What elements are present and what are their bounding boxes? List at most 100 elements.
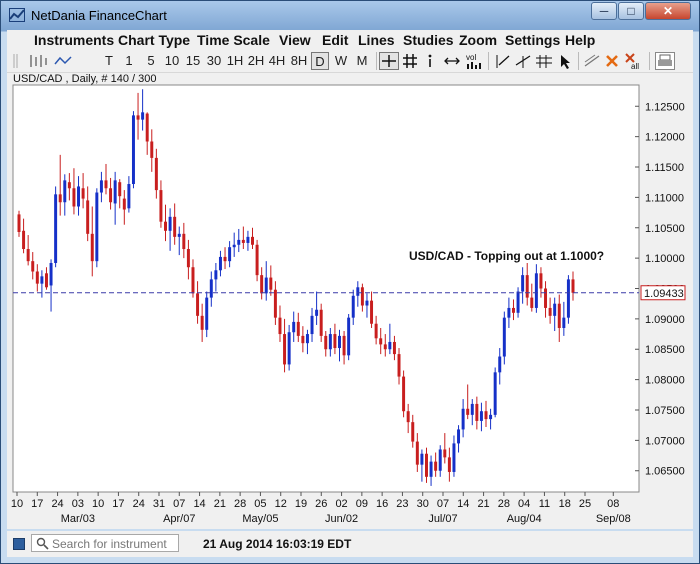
- candle-body: [457, 429, 461, 444]
- x-tick-label: 07: [437, 498, 449, 510]
- candle-body: [95, 192, 99, 262]
- scale-5m[interactable]: 5: [144, 52, 158, 70]
- x-tick-label: 10: [92, 498, 104, 510]
- info-icon[interactable]: [425, 53, 435, 69]
- scale-tick[interactable]: T: [102, 52, 116, 70]
- menu-edit[interactable]: Edit: [322, 32, 348, 48]
- candle-body: [81, 188, 85, 199]
- minimize-button[interactable]: ─: [591, 2, 617, 20]
- candle-body: [136, 115, 140, 120]
- app-logo-icon: [9, 8, 25, 22]
- candle-body: [516, 291, 520, 313]
- menu-studies[interactable]: Studies: [403, 32, 454, 48]
- volume-label: vol: [466, 53, 476, 62]
- select-tool-icon[interactable]: [556, 53, 574, 69]
- y-tick-label: 1.10000: [645, 253, 685, 265]
- fibonacci-tool-icon[interactable]: [534, 53, 554, 69]
- delete-icon[interactable]: [605, 53, 619, 69]
- price-chart[interactable]: 1.12500 1.12000 1.11500 1.11000 1.10500 1.100…: [7, 73, 693, 529]
- x-tick-label: 24: [133, 498, 145, 510]
- pan-icon[interactable]: [443, 53, 461, 69]
- candle-body: [356, 287, 360, 296]
- chart-annotation: USD/CAD - Topping out at 1.1000?: [409, 249, 604, 263]
- print-icon[interactable]: [655, 52, 675, 70]
- candle-body: [351, 295, 355, 318]
- menu-help[interactable]: Help: [565, 32, 595, 48]
- draw-line-icon[interactable]: [583, 53, 601, 69]
- scale-4h[interactable]: 4H: [267, 52, 287, 70]
- close-button[interactable]: ✕: [645, 2, 691, 20]
- candle-body: [26, 249, 30, 262]
- candle-body: [319, 309, 323, 336]
- y-tick-label: 1.08500: [645, 344, 685, 356]
- x-tick-label: 23: [396, 498, 408, 510]
- app-window: NetDania FinanceChart ─ □ ✕ Instruments …: [0, 0, 700, 564]
- candle-body: [347, 317, 351, 356]
- candle-body: [571, 279, 575, 293]
- candle-body: [489, 414, 493, 420]
- ray-tool-icon[interactable]: [514, 53, 532, 69]
- toolbar-separator: [578, 52, 579, 70]
- menu-zoom[interactable]: Zoom: [459, 32, 497, 48]
- toolbar-separator: [488, 52, 489, 70]
- candle-body: [278, 317, 282, 335]
- maximize-button[interactable]: □: [618, 2, 644, 20]
- x-month-label: Mar/03: [61, 513, 95, 525]
- x-tick-label: 14: [193, 498, 205, 510]
- y-tick-label: 1.07000: [645, 435, 685, 447]
- candle-body: [438, 449, 442, 471]
- candle-body: [283, 334, 287, 365]
- menu-lines[interactable]: Lines: [358, 32, 395, 48]
- candle-body: [72, 188, 76, 207]
- status-bar: Search for instrument 21 Aug 2014 16:03:…: [7, 531, 693, 557]
- toolbar-handle-icon: [13, 54, 18, 68]
- candle-body: [177, 233, 181, 237]
- menu-view[interactable]: View: [279, 32, 311, 48]
- scale-monthly[interactable]: M: [353, 52, 371, 70]
- scale-1h[interactable]: 1H: [225, 52, 245, 70]
- y-tick-label: 1.11000: [645, 192, 684, 204]
- scale-weekly[interactable]: W: [332, 52, 350, 70]
- candle-body: [58, 194, 62, 203]
- candle-body: [145, 113, 149, 142]
- menu-settings[interactable]: Settings: [505, 32, 560, 48]
- candle-body: [420, 453, 424, 465]
- scale-30m[interactable]: 30: [204, 52, 224, 70]
- candle-body: [218, 256, 222, 271]
- scale-10m[interactable]: 10: [162, 52, 182, 70]
- grid-icon[interactable]: [402, 53, 418, 69]
- chart-area[interactable]: USD/CAD , Daily, # 140 / 300 1.12500 1.12…: [7, 73, 693, 529]
- candle-body: [507, 307, 511, 318]
- y-tick-label: 1.12000: [645, 132, 685, 144]
- trendline-tool-icon[interactable]: [493, 53, 511, 69]
- scale-1m[interactable]: 1: [122, 52, 136, 70]
- scale-daily[interactable]: D: [311, 52, 329, 70]
- candle-body: [452, 443, 456, 472]
- candle-body: [31, 261, 35, 272]
- candle-body: [521, 275, 525, 292]
- scale-2h[interactable]: 2H: [246, 52, 266, 70]
- candle-body: [200, 315, 204, 330]
- candle-body: [22, 230, 26, 250]
- y-tick-label: 1.11500: [645, 162, 684, 174]
- volume-icon[interactable]: vol: [465, 52, 485, 70]
- indicator-line-icon[interactable]: [29, 53, 79, 69]
- crosshair-icon[interactable]: [379, 52, 399, 70]
- menu-instruments[interactable]: Instruments: [34, 32, 114, 48]
- menu-chart-type[interactable]: Chart Type: [118, 32, 190, 48]
- menu-time-scale[interactable]: Time Scale: [197, 32, 270, 48]
- x-tick-label: 17: [112, 498, 124, 510]
- candle-body: [251, 236, 254, 245]
- x-month-label: Aug/04: [507, 513, 542, 525]
- candle-body: [35, 271, 39, 284]
- scale-15m[interactable]: 15: [183, 52, 203, 70]
- candle-body: [388, 341, 392, 350]
- instrument-search[interactable]: Search for instrument: [31, 534, 179, 552]
- delete-all-icon[interactable]: all: [624, 52, 646, 70]
- candle-body: [562, 317, 566, 328]
- candle-body: [493, 372, 497, 415]
- candle-body: [429, 461, 433, 477]
- scale-8h[interactable]: 8H: [289, 52, 309, 70]
- candle-body: [287, 332, 291, 365]
- candle-body: [475, 403, 479, 421]
